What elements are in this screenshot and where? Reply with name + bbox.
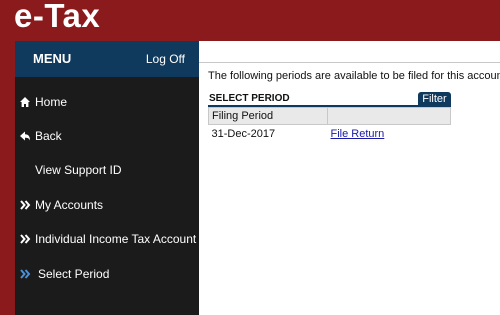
nav-label-individual-income-tax-account: Individual Income Tax Account bbox=[35, 232, 197, 246]
main-content: The following periods are available to b… bbox=[199, 41, 500, 315]
periods-table: Filing Period 31-Dec-2017 File Return bbox=[208, 107, 451, 143]
app-logo: e-Tax bbox=[14, 0, 101, 34]
section-label: SELECT PERIOD bbox=[209, 93, 290, 104]
file-return-link[interactable]: File Return bbox=[331, 128, 385, 140]
menu-title: MENU bbox=[33, 51, 72, 66]
sidebar: MENU Log Off Home Back View Support ID M… bbox=[15, 41, 199, 315]
back-arrow-icon bbox=[20, 131, 30, 141]
nav-label-home: Home bbox=[35, 95, 68, 109]
logoff-link[interactable]: Log Off bbox=[146, 52, 185, 66]
nav-item-back[interactable]: Back bbox=[15, 121, 199, 151]
info-text: The following periods are available to b… bbox=[208, 70, 500, 82]
nav-item-individual-income-tax-account[interactable]: Individual Income Tax Account bbox=[15, 224, 199, 254]
nav-item-select-period[interactable]: Select Period bbox=[15, 259, 199, 289]
column-header-action bbox=[327, 107, 451, 125]
table-header-row: Filing Period bbox=[208, 107, 451, 125]
table-row: 31-Dec-2017 File Return bbox=[209, 125, 451, 144]
column-header-filing-period: Filing Period bbox=[208, 107, 328, 125]
double-chevron-icon bbox=[20, 234, 31, 244]
double-chevron-icon bbox=[20, 200, 31, 210]
action-cell: File Return bbox=[328, 125, 451, 144]
period-cell: 31-Dec-2017 bbox=[211, 128, 276, 140]
content-top-bar bbox=[199, 41, 500, 63]
nav-item-my-accounts[interactable]: My Accounts bbox=[15, 190, 199, 220]
filter-button[interactable]: Filter bbox=[418, 92, 451, 106]
nav-label-view-support-id: View Support ID bbox=[35, 163, 122, 177]
nav-label-back: Back bbox=[35, 129, 62, 143]
double-chevron-icon bbox=[20, 269, 31, 279]
nav-item-home[interactable]: Home bbox=[15, 87, 199, 117]
home-icon bbox=[20, 97, 30, 107]
header-bar: e-Tax bbox=[0, 0, 500, 41]
left-edge-strip bbox=[0, 41, 15, 315]
menu-header: MENU Log Off bbox=[15, 41, 199, 77]
nav-item-view-support-id[interactable]: View Support ID bbox=[15, 155, 199, 185]
nav-label-select-period: Select Period bbox=[38, 267, 110, 281]
nav-label-my-accounts: My Accounts bbox=[35, 198, 104, 212]
